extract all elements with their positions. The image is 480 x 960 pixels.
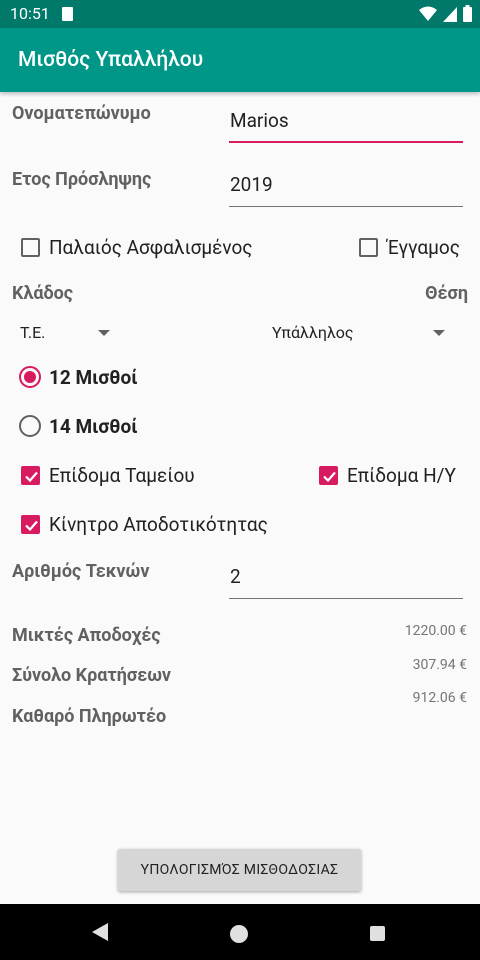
fund-allowance-label[interactable]: Επίδομα Ταμείου	[49, 464, 195, 487]
branch-spinner-value: Τ.Ε.	[20, 323, 46, 342]
married-label[interactable]: Έγγαμος	[387, 236, 460, 259]
deductions-label: Σύνολο Κρατήσεων	[12, 665, 172, 686]
pc-allowance-label[interactable]: Επίδομα Η/Υ	[347, 464, 456, 487]
name-input-value: Marios	[230, 109, 289, 132]
hire-year-label: Ετος Πρόσληψης	[12, 169, 152, 190]
position-spinner[interactable]: Υπάλληλος	[266, 316, 456, 350]
pc-allowance-checkbox[interactable]	[319, 466, 338, 485]
chevron-down-icon	[98, 330, 110, 336]
net-value: 912.06 €	[412, 690, 467, 706]
gross-value: 1220.00 €	[404, 623, 467, 639]
status-icons	[419, 5, 472, 22]
old-insured-checkbox[interactable]	[21, 238, 40, 257]
battery-icon	[463, 5, 472, 22]
back-icon[interactable]	[92, 923, 108, 941]
children-input-underline	[229, 598, 463, 599]
navigation-bar	[0, 904, 480, 960]
sd-card-icon	[62, 7, 73, 21]
salaries-12-label[interactable]: 12 Μισθοί	[49, 366, 138, 389]
salaries-14-radio[interactable]	[19, 415, 41, 437]
children-input[interactable]: 2	[229, 563, 463, 599]
branch-label: Κλάδος	[12, 283, 74, 304]
salaries-14-label[interactable]: 14 Μισθοί	[49, 415, 138, 438]
chevron-down-icon	[433, 330, 445, 336]
salaries-12-radio[interactable]	[19, 366, 41, 388]
home-icon[interactable]	[230, 925, 248, 943]
branch-spinner[interactable]: Τ.Ε.	[14, 316, 114, 350]
married-checkbox[interactable]	[359, 238, 378, 257]
app-title: Μισθός Υπαλλήλου	[18, 48, 204, 72]
check-icon	[25, 520, 38, 532]
hire-year-input[interactable]: 2019	[229, 171, 463, 207]
wifi-icon	[419, 6, 437, 21]
hire-year-input-value: 2019	[230, 173, 273, 196]
position-spinner-value: Υπάλληλος	[272, 323, 354, 342]
productivity-label[interactable]: Κίνητρο Αποδοτικότητας	[49, 513, 268, 536]
position-label: Θέση	[425, 283, 468, 304]
name-input-underline	[229, 141, 463, 143]
signal-icon	[443, 6, 457, 22]
net-label: Καθαρό Πληρωτέο	[12, 706, 167, 727]
hire-year-input-underline	[229, 206, 463, 207]
gross-label: Μικτές Αποδοχές	[12, 625, 161, 646]
children-label: Αριθμός Τεκνών	[12, 561, 150, 582]
status-time: 10:51	[10, 4, 50, 23]
check-icon	[323, 471, 336, 483]
status-bar: 10:51	[0, 0, 480, 28]
deductions-value: 307.94 €	[412, 657, 467, 673]
name-input[interactable]: Marios	[229, 107, 463, 143]
name-label: Ονοματεπώνυμο	[12, 103, 151, 124]
app-bar: Μισθός Υπαλλήλου	[0, 28, 480, 92]
children-input-value: 2	[230, 565, 241, 588]
recents-icon[interactable]	[370, 926, 385, 941]
old-insured-label[interactable]: Παλαιός Ασφαλισμένος	[49, 236, 253, 259]
fund-allowance-checkbox[interactable]	[21, 466, 40, 485]
calculate-payroll-button[interactable]: ΥΠΟΛΟΓΙΣΜΌΣ ΜΙΣΘΟΔΟΣΙΑΣ	[118, 849, 361, 891]
productivity-checkbox[interactable]	[21, 515, 40, 534]
check-icon	[25, 471, 38, 483]
